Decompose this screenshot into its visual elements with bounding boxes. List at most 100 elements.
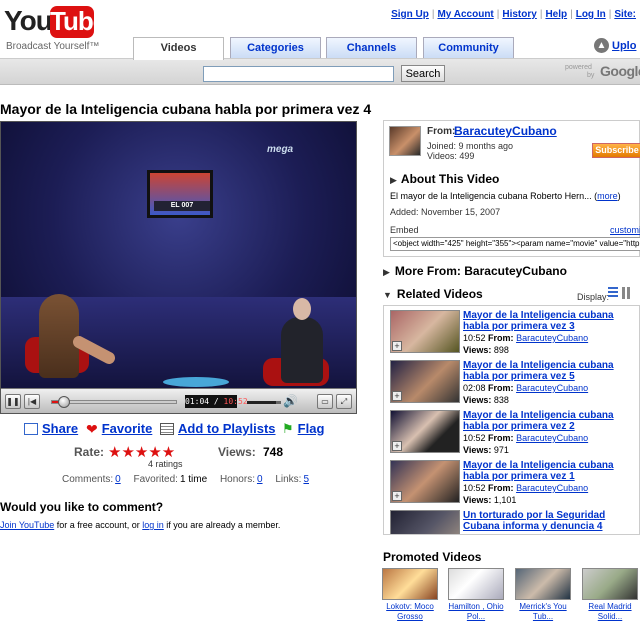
help-link[interactable]: Help <box>545 9 567 20</box>
views-label: Views: <box>218 445 256 459</box>
flag-button[interactable]: ⚑ Flag <box>282 420 324 436</box>
tab-categories[interactable]: Categories <box>230 37 321 59</box>
progress-thumb[interactable] <box>58 396 71 408</box>
video-title: Mayor de la Inteligencia cubana habla po… <box>0 101 372 117</box>
promoted-title[interactable]: Hamilton , Ohio Pol... <box>446 602 506 621</box>
my-account-link[interactable]: My Account <box>437 9 493 20</box>
monitor-caption: EL 007 <box>154 201 210 211</box>
embed-code-field[interactable]: <object width="425" height="355"><param … <box>390 237 640 251</box>
promoted-thumbnail[interactable] <box>382 568 438 600</box>
upload-arrow-icon: ▲ <box>594 38 609 53</box>
display-mode-toggle[interactable] <box>608 287 636 301</box>
links-count[interactable]: 5 <box>303 474 309 485</box>
promoted-thumbnail[interactable] <box>582 568 638 600</box>
related-heading[interactable]: ▼ Related Videos <box>383 287 483 301</box>
embed-label: Embed <box>390 225 419 235</box>
related-meta: 10:52 From: BaracuteyCubano <box>463 433 589 443</box>
history-link[interactable]: History <box>502 9 536 20</box>
promoted-thumbnail[interactable] <box>515 568 571 600</box>
comment-login-link[interactable]: log in <box>142 520 164 530</box>
current-time: 01:04 <box>185 397 210 406</box>
progress-bar[interactable] <box>51 396 177 408</box>
related-thumbnail[interactable]: + <box>390 410 460 453</box>
uploader-video-count: Videos: 499 <box>427 151 475 161</box>
related-title[interactable]: Mayor de la Inteligencia cubana habla po… <box>463 360 639 382</box>
search-input[interactable] <box>203 66 394 82</box>
related-item[interactable]: + Mayor de la Inteligencia cubana habla … <box>384 356 639 406</box>
links-label: Links: <box>275 474 302 485</box>
site-link[interactable]: Site: <box>614 9 636 20</box>
youtube-logo[interactable]: You Tube Broadcast Yourself™ <box>4 4 107 52</box>
related-title[interactable]: Mayor de la Inteligencia cubana habla po… <box>463 410 639 432</box>
pause-icon[interactable]: ❚❚ <box>5 394 21 409</box>
related-thumbnail[interactable]: + <box>390 310 460 353</box>
tab-community[interactable]: Community <box>423 37 514 59</box>
tab-channels[interactable]: Channels <box>326 37 417 59</box>
related-thumbnail[interactable]: + <box>390 460 460 503</box>
related-item[interactable]: + Mayor de la Inteligencia cubana habla … <box>384 406 639 456</box>
comment-heading: Would you like to comment? <box>0 500 164 514</box>
related-thumbnail[interactable]: + <box>390 360 460 403</box>
search-button[interactable]: Search <box>401 65 445 82</box>
related-channel-link[interactable]: BaracuteyCubano <box>516 333 588 343</box>
comments-label: Comments: <box>62 474 114 485</box>
related-thumbnail[interactable]: + <box>390 510 460 534</box>
honors-count[interactable]: 0 <box>257 474 263 485</box>
promoted-item[interactable]: Real Madrid Solid... <box>580 568 640 621</box>
log-in-link[interactable]: Log In <box>576 9 606 20</box>
tab-videos[interactable]: Videos <box>133 37 224 60</box>
related-channel-link[interactable]: BaracuteyCubano <box>516 483 588 493</box>
volume-fill <box>247 401 276 404</box>
add-to-quicklist-icon[interactable]: + <box>392 491 402 501</box>
speaker-icon[interactable]: 🔊 <box>283 394 298 408</box>
add-to-quicklist-icon[interactable]: + <box>392 441 402 451</box>
about-heading[interactable]: ▶ About This Video <box>390 172 499 186</box>
skip-back-icon[interactable]: |◀ <box>24 394 40 409</box>
sign-up-link[interactable]: Sign Up <box>391 9 429 20</box>
upload-link[interactable]: ▲ Uplo <box>594 38 636 53</box>
popout-icon[interactable]: ▭ <box>317 394 333 409</box>
guest-head <box>293 298 311 320</box>
video-screen[interactable]: mega EL 007 <box>1 122 356 388</box>
related-title[interactable]: Mayor de la Inteligencia cubana habla po… <box>463 460 639 482</box>
add-to-quicklist-icon[interactable]: + <box>392 341 402 351</box>
related-title[interactable]: Mayor de la Inteligencia cubana habla po… <box>463 310 639 332</box>
favorited-count: 1 time <box>179 474 208 485</box>
time-display: 01:04 / 10:52 <box>185 395 248 408</box>
promoted-title[interactable]: Merrick's You Tub... <box>513 602 573 621</box>
subscribe-button[interactable]: Subscribe <box>592 143 640 158</box>
display-label: Display: <box>577 292 610 302</box>
volume-slider[interactable] <box>247 401 281 404</box>
more-from-heading[interactable]: ▶ More From: BaracuteyCubano <box>383 264 567 278</box>
video-player[interactable]: mega EL 007 ❚❚ |◀ 01:04 / 10:52 🔊 ▭ ⤢ <box>0 121 357 414</box>
related-channel-link[interactable]: BaracuteyCubano <box>516 433 588 443</box>
related-item[interactable]: + Un torturado por la Seguridad Cubana i… <box>384 506 639 534</box>
fullscreen-icon[interactable]: ⤢ <box>336 394 352 409</box>
related-meta: 10:52 From: BaracuteyCubano <box>463 483 589 493</box>
more-link[interactable]: more <box>597 191 618 201</box>
promoted-item[interactable]: Lokotv: Moco Grosso <box>380 568 440 621</box>
comment-prompt: Join YouTube for a free account, or log … <box>0 520 281 530</box>
add-to-playlists-button[interactable]: Add to Playlists <box>160 420 276 436</box>
share-button[interactable]: Share <box>24 420 78 436</box>
join-youtube-link[interactable]: Join YouTube <box>0 520 54 530</box>
promoted-item[interactable]: Hamilton , Ohio Pol... <box>446 568 506 621</box>
promoted-item[interactable]: Merrick's You Tub... <box>513 568 573 621</box>
related-views: Views: 898 <box>463 345 509 355</box>
uploader-avatar[interactable] <box>389 126 421 156</box>
customize-link[interactable]: customiz <box>610 225 640 235</box>
related-channel-link[interactable]: BaracuteyCubano <box>516 383 588 393</box>
promoted-thumbnail[interactable] <box>448 568 504 600</box>
grid-view-icon[interactable] <box>622 287 632 299</box>
promoted-title[interactable]: Real Madrid Solid... <box>580 602 640 621</box>
comments-count[interactable]: 0 <box>115 474 121 485</box>
favorite-button[interactable]: ❤ Favorite <box>86 420 152 436</box>
heart-icon: ❤ <box>86 420 98 437</box>
related-item[interactable]: + Mayor de la Inteligencia cubana habla … <box>384 306 639 356</box>
list-view-icon[interactable] <box>608 287 618 299</box>
uploader-name-link[interactable]: BaracuteyCubano <box>454 124 557 138</box>
add-to-quicklist-icon[interactable]: + <box>392 391 402 401</box>
related-title[interactable]: Un torturado por la Seguridad Cubana inf… <box>463 510 639 532</box>
promoted-title[interactable]: Lokotv: Moco Grosso <box>380 602 440 621</box>
related-item[interactable]: + Mayor de la Inteligencia cubana habla … <box>384 456 639 506</box>
